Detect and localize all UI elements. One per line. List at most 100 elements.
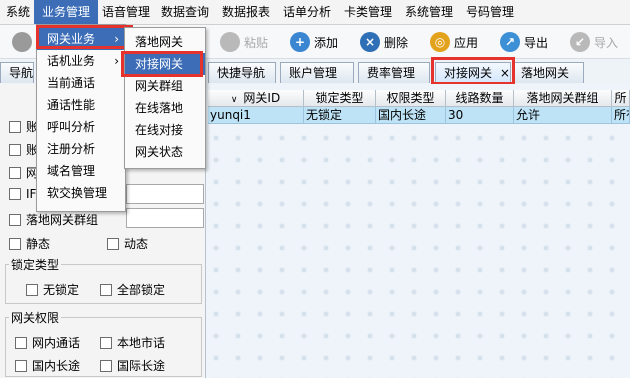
table-cell-permission-type[interactable]: 国内长途 (376, 107, 446, 124)
apply-icon: ◎ (430, 32, 450, 52)
menu-item-gateway-group[interactable]: 网关群组 (125, 75, 183, 97)
checkbox[interactable] (15, 359, 27, 372)
menu-system-management[interactable]: 系统管理 (405, 0, 453, 24)
import-button[interactable]: ↙ 导入 (570, 29, 618, 55)
checkbox[interactable] (9, 120, 21, 133)
menu-item-current-calls[interactable]: 当前通话 (37, 72, 95, 94)
tab-account-management[interactable]: 账户管理 (280, 62, 354, 83)
intl-ld-filter[interactable]: 国际长途 (100, 357, 165, 374)
intl-ld-label: 国际长途 (117, 359, 166, 373)
column-header-gateway-id[interactable]: ∨ 网关ID (208, 90, 304, 107)
menu-item-call-performance[interactable]: 通话性能 (37, 94, 95, 116)
column-header-permission-type[interactable]: 权限类型 (376, 90, 446, 107)
disabled-icon (12, 32, 32, 52)
checkbox[interactable] (26, 283, 38, 296)
menu-voice-management[interactable]: 语音管理 (102, 0, 150, 24)
sort-down-icon: ∨ (230, 95, 238, 105)
filter-row-3[interactable]: 网 (9, 164, 38, 181)
column-header-line-count[interactable]: 线路数量 (446, 90, 514, 107)
filter-row-1[interactable]: 账 (9, 118, 38, 135)
menu-item-gateway-status[interactable]: 网关状态 (125, 141, 183, 163)
delete-label: 删除 (384, 35, 409, 50)
table-cell-gateway-id[interactable]: yunqi1 (208, 107, 304, 124)
menu-cdr-analysis[interactable]: 话单分析 (283, 0, 331, 24)
menu-item-softswitch-management[interactable]: 软交换管理 (37, 182, 107, 204)
table-cell-partial[interactable]: 所有 (612, 107, 630, 124)
unlocked-filter[interactable]: 无锁定 (26, 281, 79, 298)
menu-item-domain-management[interactable]: 域名管理 (37, 160, 95, 182)
filter-row-ip-label: IF (26, 187, 37, 201)
local-call-label: 本地市话 (117, 336, 166, 350)
menu-data-report[interactable]: 数据报表 (222, 0, 270, 24)
menu-item-online-landing-label: 在线落地 (135, 101, 184, 115)
filter-row-2[interactable]: 账 (9, 141, 38, 158)
menu-item-gateway-group-label: 网关群组 (135, 79, 184, 93)
filter-row-ip[interactable]: IF (9, 187, 36, 201)
highlight-box-gateway-business (36, 25, 133, 49)
menu-number-management[interactable]: 号码管理 (466, 0, 514, 24)
column-header-lock-type[interactable]: 锁定类型 (304, 90, 376, 107)
checkbox[interactable] (15, 336, 27, 349)
ip-input[interactable] (126, 184, 204, 204)
checkbox[interactable] (100, 359, 112, 372)
export-icon: ↗ (500, 32, 520, 52)
checkbox[interactable] (9, 237, 21, 250)
intra-call-filter[interactable]: 网内通话 (15, 334, 80, 351)
menu-item-landing-gateway[interactable]: 落地网关 (125, 31, 183, 53)
highlight-box-peer-gateway (121, 51, 203, 77)
apply-label: 应用 (454, 35, 479, 50)
menu-item-online-landing[interactable]: 在线落地 (125, 97, 183, 119)
import-label: 导入 (594, 35, 619, 50)
menu-item-gateway-status-label: 网关状态 (135, 145, 184, 159)
menu-business-management[interactable]: 业务管理 (34, 0, 98, 24)
static-filter[interactable]: 静态 (9, 235, 50, 252)
checkbox[interactable] (9, 143, 21, 156)
toolbar-first-button[interactable] (12, 29, 32, 55)
delete-button[interactable]: × 删除 (360, 29, 408, 55)
checkbox[interactable] (107, 237, 119, 250)
menu-card-management[interactable]: 卡类管理 (344, 0, 392, 24)
tab-quick-navigation[interactable]: 快捷导航 (208, 62, 276, 83)
checkbox[interactable] (9, 188, 21, 200)
dynamic-filter[interactable]: 动态 (107, 235, 148, 252)
submenu-arrow-icon: › (114, 54, 119, 68)
table-cell-lock-type[interactable]: 无锁定 (304, 107, 376, 124)
all-locked-filter[interactable]: 全部锁定 (100, 281, 165, 298)
tab-rate-management[interactable]: 费率管理 (358, 62, 430, 83)
column-header-partial[interactable]: 所 (612, 90, 630, 107)
gateway-submenu: 落地网关 对接网关 网关群组 在线落地 在线对接 网关状态 (124, 27, 206, 169)
tab-landing-gateway[interactable]: 落地网关 (512, 62, 584, 83)
table-cell-line-count[interactable]: 30 (446, 107, 514, 124)
menu-item-online-peer[interactable]: 在线对接 (125, 119, 183, 141)
checkbox[interactable] (9, 213, 21, 226)
menu-data-query[interactable]: 数据查询 (161, 0, 209, 24)
landing-group-input[interactable] (126, 208, 204, 228)
table-cell-landing-group[interactable]: 允许 (514, 107, 612, 124)
export-button[interactable]: ↗ 导出 (500, 29, 548, 55)
local-call-filter[interactable]: 本地市话 (100, 334, 165, 351)
menu-system[interactable]: 系统 (6, 0, 30, 24)
menu-bar: 系统 业务管理 语音管理 数据查询 数据报表 话单分析 卡类管理 系统管理 号码… (0, 0, 630, 25)
paste-button[interactable]: 粘贴 (220, 29, 268, 55)
tab-navigation[interactable]: 导航 (0, 62, 34, 83)
menu-item-phone-business[interactable]: 话机业务 › (37, 50, 125, 72)
menu-item-phone-business-label: 话机业务 (47, 54, 96, 68)
add-icon: + (290, 32, 310, 52)
import-icon: ↙ (570, 32, 590, 52)
add-button[interactable]: + 添加 (290, 29, 338, 55)
apply-button[interactable]: ◎ 应用 (430, 29, 478, 55)
paste-label: 粘贴 (244, 35, 269, 50)
menu-item-current-calls-label: 当前通话 (47, 76, 96, 90)
checkbox[interactable] (9, 166, 21, 179)
column-header-landing-group[interactable]: 落地网关群组 (514, 90, 612, 107)
landing-group-filter[interactable]: 落地网关群组 (9, 211, 98, 228)
static-label: 静态 (26, 237, 51, 251)
checkbox[interactable] (100, 336, 112, 349)
domestic-ld-filter[interactable]: 国内长途 (15, 357, 80, 374)
checkbox[interactable] (100, 283, 112, 296)
add-label: 添加 (314, 35, 339, 50)
gateway-grid: ∨ 网关ID 锁定类型 权限类型 线路数量 落地网关群组 所 yunqi1 无锁定… (206, 84, 630, 378)
menu-item-call-analysis[interactable]: 呼叫分析 (37, 116, 95, 138)
paste-icon (220, 32, 240, 52)
menu-item-registration-analysis[interactable]: 注册分析 (37, 138, 95, 160)
